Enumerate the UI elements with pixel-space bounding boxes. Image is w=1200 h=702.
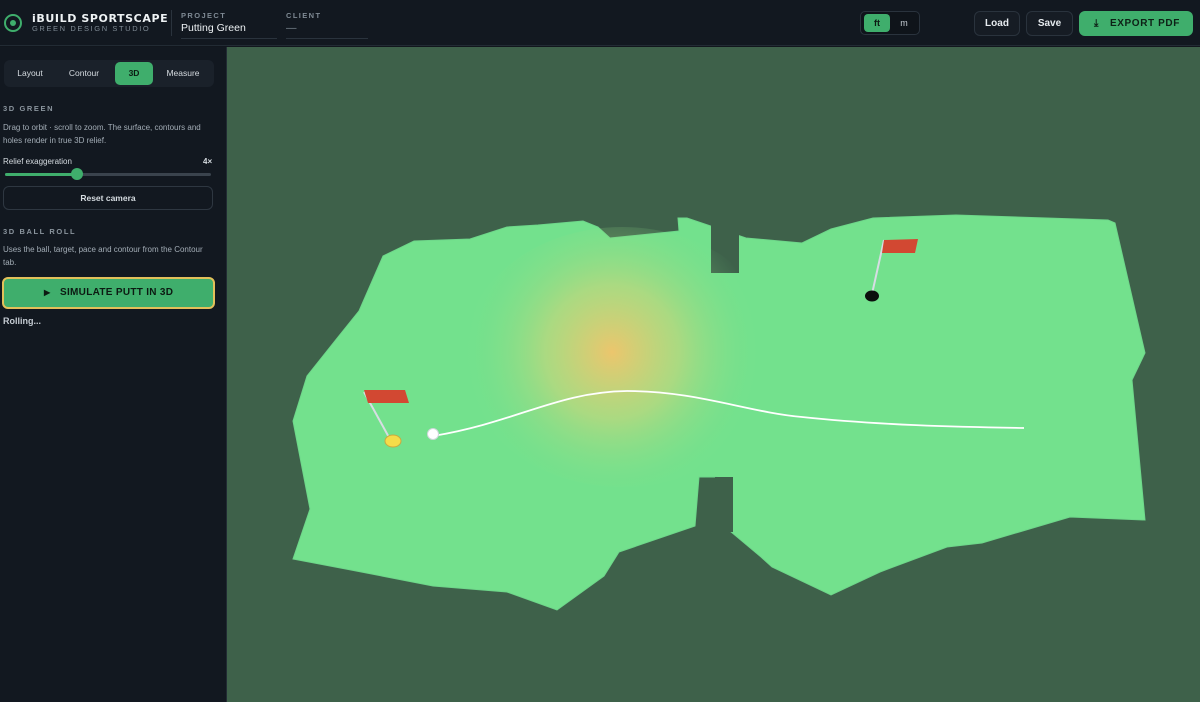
header-divider xyxy=(171,10,172,36)
tee-flag-cloth xyxy=(364,390,409,403)
section-text-ball-roll: Uses the ball, target, pace and contour … xyxy=(3,245,203,267)
relief-slider[interactable] xyxy=(5,168,211,180)
relief-slider-thumb[interactable] xyxy=(71,168,84,180)
tab-contour[interactable]: Contour xyxy=(58,62,110,85)
simulation-status: Rolling... xyxy=(3,316,41,326)
project-label: PROJECT xyxy=(181,11,227,20)
top-bar: iBUILD SPORTSCAPE GREEN DESIGN STUDIO PR… xyxy=(0,0,1200,46)
relief-slider-fill xyxy=(5,173,78,176)
target-marker xyxy=(384,434,402,448)
ridge-highlight xyxy=(462,227,782,487)
tab-layout[interactable]: Layout xyxy=(6,62,54,85)
brand-subtitle: GREEN DESIGN STUDIO xyxy=(32,24,151,33)
unit-m-button[interactable]: m xyxy=(891,14,917,32)
green-scene[interactable] xyxy=(227,47,1200,702)
export-pdf-button[interactable]: ⤓ EXPORT PDF xyxy=(1079,11,1193,36)
export-pdf-label: EXPORT PDF xyxy=(1110,18,1180,29)
section-title-ball-roll: 3D BALL ROLL xyxy=(3,227,77,236)
section-title-3d-green: 3D GREEN xyxy=(3,104,55,113)
hole-cup xyxy=(865,290,879,302)
load-button[interactable]: Load xyxy=(974,11,1020,36)
3d-viewport[interactable] xyxy=(227,47,1200,702)
logo-icon xyxy=(4,14,22,32)
golf-ball[interactable] xyxy=(427,428,439,440)
relief-value: 4× xyxy=(203,157,213,166)
client-label: CLIENT xyxy=(286,11,322,20)
project-name-field[interactable]: Putting Green xyxy=(181,22,277,39)
client-name-field[interactable]: — xyxy=(286,22,368,39)
reset-camera-button[interactable]: Reset camera xyxy=(3,186,213,210)
download-icon: ⤓ xyxy=(1094,18,1100,29)
save-button[interactable]: Save xyxy=(1026,11,1073,36)
sidebar: Layout Contour 3D Measure 3D GREEN Drag … xyxy=(0,47,227,702)
lower-notch xyxy=(715,477,733,532)
tab-3d[interactable]: 3D xyxy=(115,62,153,85)
play-icon: ▶ xyxy=(44,288,51,297)
mode-tabs: Layout Contour 3D Measure xyxy=(4,60,214,87)
tab-measure[interactable]: Measure xyxy=(158,62,208,85)
hole-flag-cloth xyxy=(882,239,918,253)
simulate-putt-label: SIMULATE PUTT IN 3D xyxy=(60,287,174,298)
simulate-putt-button[interactable]: ▶ SIMULATE PUTT IN 3D xyxy=(2,277,215,309)
unit-toggle: ft m xyxy=(860,11,920,35)
section-text-3d-green: Drag to orbit · scroll to zoom. The surf… xyxy=(3,123,201,145)
relief-label: Relief exaggeration xyxy=(3,157,72,166)
unit-ft-button[interactable]: ft xyxy=(864,14,890,32)
